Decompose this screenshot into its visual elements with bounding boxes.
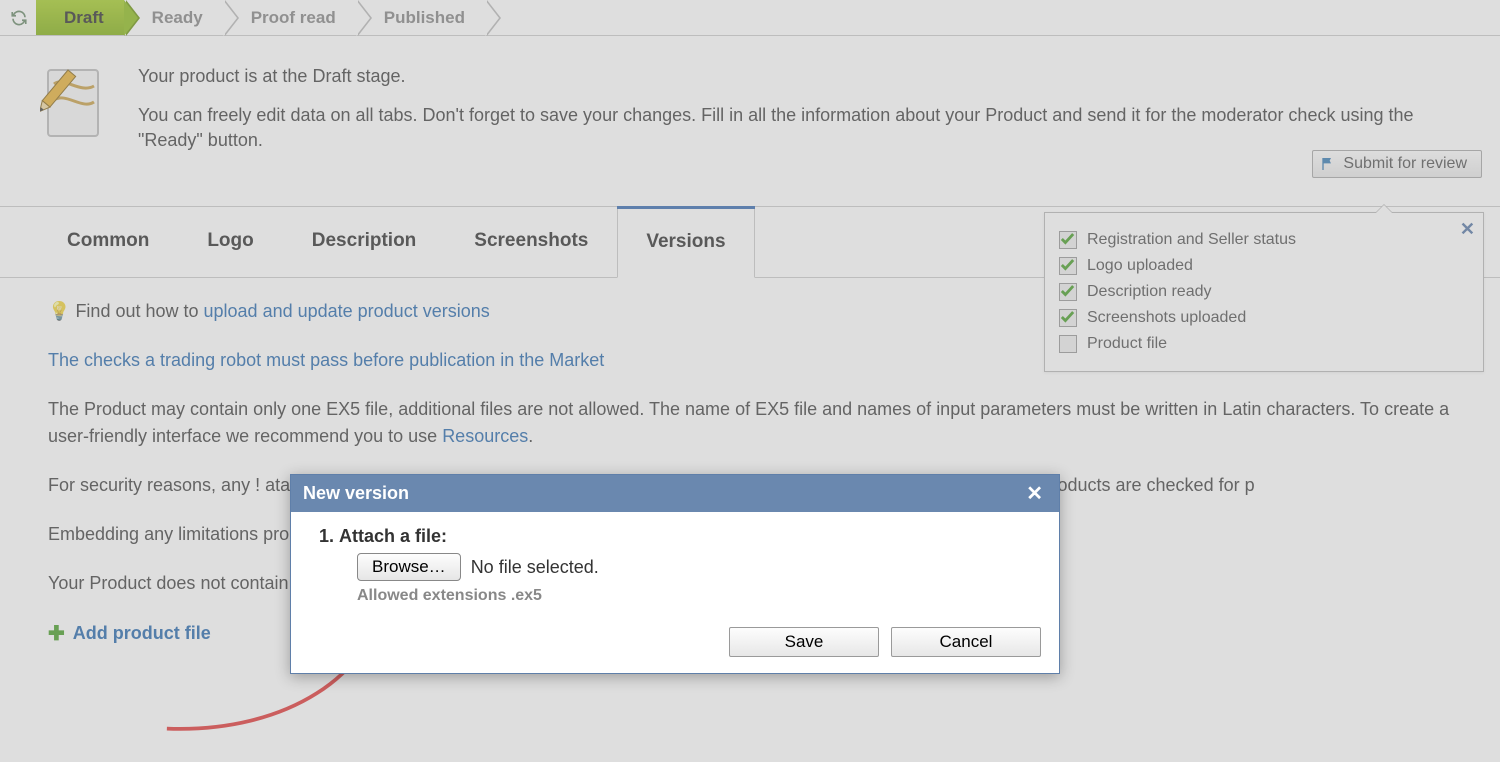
- tab-versions[interactable]: Versions: [617, 207, 754, 278]
- draft-doc-icon: [40, 64, 110, 144]
- checklist-label: Product file: [1087, 335, 1167, 353]
- tab-logo[interactable]: Logo: [178, 207, 282, 277]
- dialog-header: New version ✕: [291, 475, 1059, 512]
- checkbox-checked-icon: [1059, 309, 1077, 327]
- stage-breadcrumb: Draft Ready Proof read Published: [0, 0, 1500, 36]
- plus-icon: ✚: [48, 619, 65, 649]
- step-label: Attach a file:: [339, 526, 447, 546]
- refresh-icon[interactable]: [8, 0, 30, 35]
- stage-label: Ready: [152, 8, 203, 28]
- stage-info-text: Your product is at the Draft stage. You …: [138, 64, 1460, 168]
- page-root: Draft Ready Proof read Published Your pr…: [0, 0, 1500, 762]
- file-status: No file selected.: [471, 557, 599, 578]
- checklist-item: Product file: [1059, 331, 1465, 357]
- bulb-icon: 💡: [48, 301, 70, 321]
- checklist-item: Logo uploaded: [1059, 253, 1465, 279]
- checkbox-checked-icon: [1059, 283, 1077, 301]
- attach-file-step: Attach a file: Browse… No file selected.…: [339, 526, 1039, 605]
- checklist-label: Logo uploaded: [1087, 257, 1193, 275]
- submit-for-review-button[interactable]: Submit for review: [1312, 150, 1482, 178]
- cancel-button[interactable]: Cancel: [891, 627, 1041, 657]
- checkbox-checked-icon: [1059, 231, 1077, 249]
- checklist-label: Description ready: [1087, 283, 1212, 301]
- checklist-label: Screenshots uploaded: [1087, 309, 1246, 327]
- flag-icon: [1321, 156, 1337, 172]
- hint-link[interactable]: upload and update product versions: [204, 301, 490, 321]
- stage-label: Published: [384, 8, 465, 28]
- allowed-extensions: Allowed extensions .ex5: [357, 587, 1039, 605]
- stage-draft[interactable]: Draft: [36, 0, 124, 35]
- save-button[interactable]: Save: [729, 627, 879, 657]
- stage-label: Draft: [64, 8, 104, 28]
- tab-screenshots[interactable]: Screenshots: [445, 207, 617, 277]
- dialog-footer: Save Cancel: [291, 627, 1059, 673]
- resources-link[interactable]: Resources: [442, 426, 528, 446]
- dialog-title: New version: [303, 483, 409, 504]
- tab-common[interactable]: Common: [38, 207, 178, 277]
- checklist-item: Description ready: [1059, 279, 1465, 305]
- review-checklist-popover: ✕ Registration and Seller status Logo up…: [1044, 212, 1484, 372]
- close-icon[interactable]: ✕: [1022, 481, 1047, 506]
- stage-label: Proof read: [251, 8, 336, 28]
- browse-button[interactable]: Browse…: [357, 553, 461, 581]
- stage-info-line1: Your product is at the Draft stage.: [138, 64, 1460, 89]
- stage-published[interactable]: Published: [356, 0, 485, 35]
- dialog-body: Attach a file: Browse… No file selected.…: [291, 512, 1059, 627]
- checkbox-checked-icon: [1059, 257, 1077, 275]
- add-file-label: Add product file: [73, 620, 211, 647]
- checks-link[interactable]: The checks a trading robot must pass bef…: [48, 350, 604, 370]
- new-version-dialog: New version ✕ Attach a file: Browse… No …: [290, 474, 1060, 674]
- stage-proofread[interactable]: Proof read: [223, 0, 356, 35]
- checklist-item: Registration and Seller status: [1059, 227, 1465, 253]
- tab-description[interactable]: Description: [283, 207, 446, 277]
- submit-label: Submit for review: [1343, 155, 1467, 173]
- add-product-file-link[interactable]: ✚ Add product file: [48, 619, 211, 649]
- close-icon[interactable]: ✕: [1460, 219, 1475, 240]
- checkbox-unchecked-icon: [1059, 335, 1077, 353]
- stage-info-line2: You can freely edit data on all tabs. Do…: [138, 103, 1460, 153]
- paragraph-ex5: The Product may contain only one EX5 fil…: [48, 396, 1452, 450]
- checklist-item: Screenshots uploaded: [1059, 305, 1465, 331]
- checklist-label: Registration and Seller status: [1087, 231, 1296, 249]
- stage-info: Your product is at the Draft stage. You …: [0, 36, 1500, 168]
